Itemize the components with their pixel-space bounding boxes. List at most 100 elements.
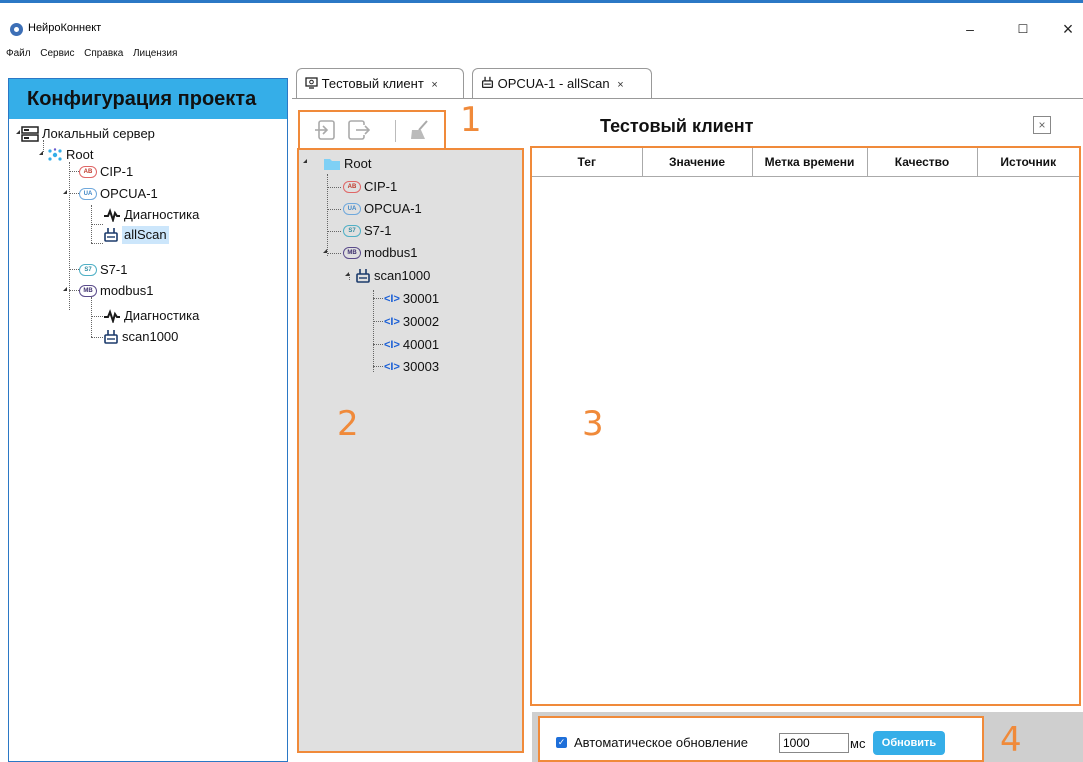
toolbar-separator (395, 120, 396, 142)
opcua-device-icon: UA (79, 188, 97, 200)
tree-label: Root (66, 147, 94, 162)
column-header-source[interactable]: Источник (977, 148, 1079, 177)
expand-toggle[interactable] (303, 159, 307, 163)
s7-device-icon: S7 (79, 264, 97, 276)
app-title: НейроКоннект (28, 22, 102, 34)
menu-service[interactable]: Сервис (40, 48, 74, 59)
tab-close-icon[interactable]: × (617, 79, 623, 91)
tree-item-opcua-diagnostics[interactable]: Диагностика (103, 206, 199, 224)
auto-refresh-checkbox[interactable]: ✓ (556, 737, 567, 748)
tree-label: 30002 (402, 314, 440, 329)
tab-opcua-allscan[interactable]: OPCUA-1 - allScan × (472, 68, 652, 99)
tree-line (69, 162, 70, 310)
expand-toggle[interactable] (63, 190, 67, 194)
tree-label: Диагностика (124, 308, 200, 323)
column-header-timestamp[interactable]: Метка времени (752, 148, 868, 177)
menu-file[interactable]: Файл (6, 48, 31, 59)
tree-line (69, 269, 79, 270)
title-bar: НейроКоннект – ☐ × (0, 14, 1083, 44)
tree-label: modbus1 (364, 245, 418, 260)
browse-item-modbus1[interactable]: MB modbus1 (343, 244, 417, 262)
scan-group-icon (104, 228, 118, 242)
scan-group-icon (104, 330, 118, 344)
clear-broom-icon[interactable] (408, 120, 430, 140)
tree-item-local-server[interactable]: Локальный сервер (21, 125, 155, 143)
modbus-device-icon: MB (343, 247, 361, 259)
column-header-tag[interactable]: Тег (532, 148, 643, 177)
values-table: Тег Значение Метка времени Качество Исто… (532, 148, 1079, 177)
browse-item-s71[interactable]: S7 S7-1 (343, 222, 391, 240)
tree-line (91, 316, 103, 317)
tab-label: OPCUA-1 - allScan (497, 76, 610, 91)
expand-toggle[interactable] (323, 249, 327, 253)
export-icon[interactable] (348, 120, 370, 140)
browse-tag-40001[interactable]: <I> 40001 (384, 336, 439, 354)
menu-license[interactable]: Лицензия (133, 48, 177, 59)
tree-item-cip1[interactable]: AB CIP-1 (79, 163, 133, 181)
tree-label: 30001 (402, 291, 440, 306)
tree-line (69, 290, 79, 291)
tree-item-modbus1[interactable]: MB modbus1 (79, 282, 153, 300)
tree-line (373, 290, 374, 372)
browse-item-cip1[interactable]: AB CIP-1 (343, 178, 397, 196)
expand-toggle[interactable] (39, 151, 43, 155)
expand-toggle[interactable] (63, 287, 67, 291)
s7-device-icon: S7 (343, 225, 361, 237)
tree-line (91, 337, 103, 338)
auto-refresh-label: Автоматическое обновление (574, 735, 749, 750)
expand-toggle[interactable] (16, 130, 20, 134)
tag-icon: <I> (384, 339, 400, 351)
expand-toggle[interactable] (345, 272, 349, 276)
ab-device-icon: AB (343, 181, 361, 193)
annotation-number-4: 4 (1000, 720, 1022, 760)
column-header-quality[interactable]: Качество (867, 148, 978, 177)
tree-label: S7-1 (364, 223, 392, 238)
browse-tag-30001[interactable]: <I> 30001 (384, 290, 439, 308)
browse-item-scan1000[interactable]: scan1000 (355, 267, 430, 285)
browse-tag-30002[interactable]: <I> 30002 (384, 313, 439, 331)
tag-icon: <I> (384, 361, 400, 373)
minimize-button[interactable]: – (955, 18, 985, 40)
tree-item-allscan[interactable]: allScan (103, 226, 169, 244)
browse-tag-30003[interactable]: <I> 30003 (384, 358, 439, 376)
browse-root[interactable]: Root (323, 155, 371, 173)
tree-item-root[interactable]: Root (47, 146, 93, 164)
interval-unit: мс (850, 736, 866, 751)
app-logo-icon (10, 23, 23, 36)
import-icon[interactable] (314, 120, 336, 140)
close-window-button[interactable]: × (1053, 18, 1083, 40)
menu-help[interactable]: Справка (84, 48, 123, 59)
close-panel-button[interactable]: × (1033, 116, 1051, 134)
tree-line (327, 253, 341, 254)
diagnostics-pulse-icon (104, 208, 120, 222)
tree-item-scan1000[interactable]: scan1000 (103, 328, 178, 346)
tab-divider (292, 98, 1083, 99)
tree-line (327, 209, 341, 210)
tree-line (373, 298, 383, 299)
tree-label: scan1000 (122, 329, 179, 344)
tree-label: modbus1 (100, 283, 154, 298)
tree-item-modbus-diagnostics[interactable]: Диагностика (103, 307, 199, 325)
annotation-number-1: 1 (460, 100, 482, 140)
tab-label: Тестовый клиент (321, 76, 424, 91)
browse-item-opcua1[interactable]: UA OPCUA-1 (343, 200, 422, 218)
tree-item-opcua1[interactable]: UA OPCUA-1 (79, 185, 158, 203)
table-header-row: Тег Значение Метка времени Качество Исто… (532, 148, 1079, 177)
column-header-value[interactable]: Значение (642, 148, 753, 177)
refresh-button[interactable]: Обновить (873, 731, 945, 755)
opcua-device-icon: UA (343, 203, 361, 215)
tree-line (327, 187, 341, 188)
tab-test-client[interactable]: Тестовый клиент × (296, 68, 464, 99)
tree-item-s71[interactable]: S7 S7-1 (79, 261, 127, 279)
window-top-border (0, 0, 1083, 14)
tag-icon: <I> (384, 293, 400, 305)
tree-label: 40001 (402, 337, 440, 352)
browse-tree-panel: Root AB CIP-1 UA OPCUA-1 S7 S7-1 MB modb… (297, 148, 524, 753)
tree-line (69, 193, 79, 194)
diagnostics-pulse-icon (104, 309, 120, 323)
tree-label: OPCUA-1 (100, 186, 158, 201)
refresh-interval-input[interactable] (779, 733, 849, 753)
tree-label: CIP-1 (364, 179, 398, 194)
tab-close-icon[interactable]: × (431, 79, 437, 91)
maximize-button[interactable]: ☐ (1008, 18, 1038, 40)
